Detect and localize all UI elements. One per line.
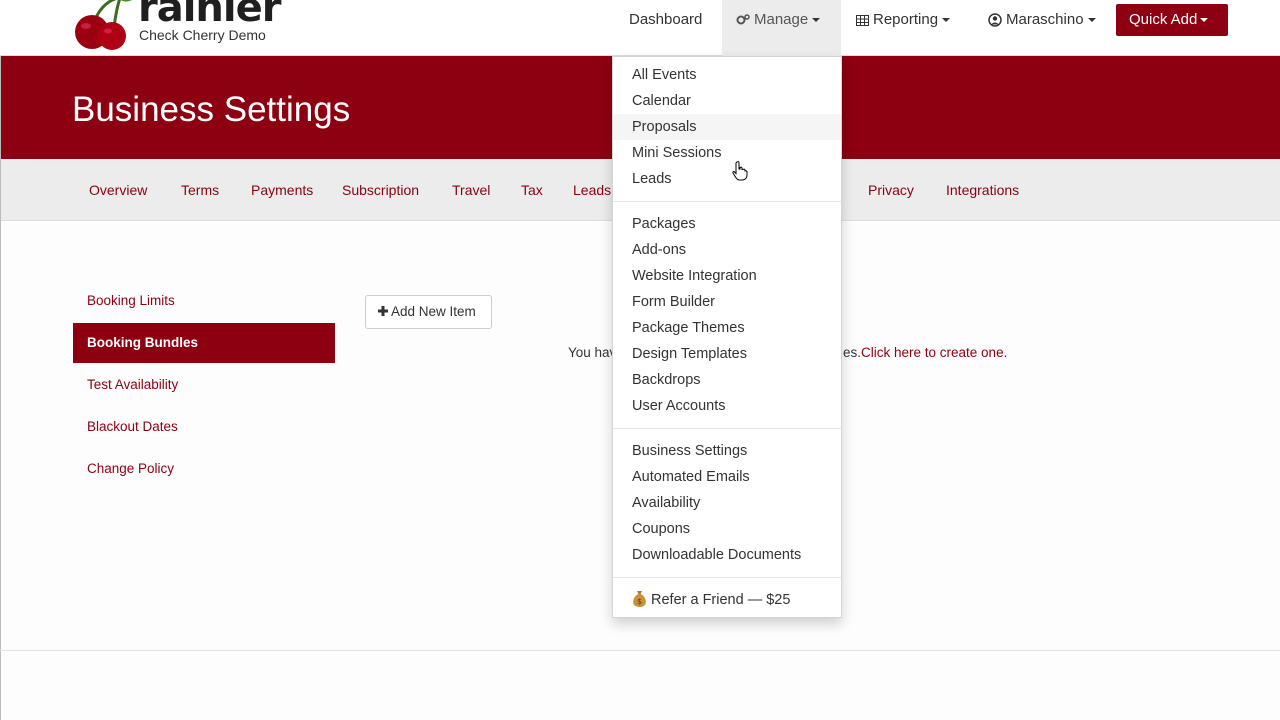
menu-item-website-integration[interactable]: Website Integration xyxy=(613,263,841,289)
quick-add-button[interactable]: Quick Add xyxy=(1116,4,1228,36)
subnav-integrations[interactable]: Integrations xyxy=(946,182,1019,198)
nav-manage-label: Manage xyxy=(754,11,809,28)
subnav-overview[interactable]: Overview xyxy=(89,182,147,198)
top-navbar: rainier Check Cherry Demo Dashboard Mana… xyxy=(0,0,1280,56)
menu-item-add-ons[interactable]: Add-ons xyxy=(613,237,841,263)
menu-divider xyxy=(613,577,841,578)
subnav-leads[interactable]: Leads xyxy=(573,182,611,198)
page-title: Business Settings xyxy=(72,90,351,129)
menu-item-mini-sessions[interactable]: Mini Sessions xyxy=(613,140,841,166)
subnav-tax[interactable]: Tax xyxy=(521,182,543,198)
menu-item-downloadable-documents[interactable]: Downloadable Documents xyxy=(613,542,841,568)
menu-item-user-accounts[interactable]: User Accounts xyxy=(613,393,841,419)
menu-divider xyxy=(613,428,841,429)
nav-reporting[interactable]: Reporting xyxy=(856,0,951,40)
menu-item-form-builder[interactable]: Form Builder xyxy=(613,289,841,315)
sidebar-item-booking-limits[interactable]: Booking Limits xyxy=(73,281,335,321)
subnav-subscription[interactable]: Subscription xyxy=(342,182,419,198)
menu-divider xyxy=(613,201,841,202)
empty-state-text: You hav xyxy=(568,345,617,360)
logo-wordmark: rainier xyxy=(138,0,281,31)
create-one-link[interactable]: Click here to create one. xyxy=(861,345,1007,360)
nav-user-label: Maraschino xyxy=(1006,11,1084,28)
menu-item-packages[interactable]: Packages xyxy=(613,211,841,237)
nav-dashboard-label: Dashboard xyxy=(629,11,703,28)
cherry-logo-icon xyxy=(75,0,132,50)
add-new-item-button[interactable]: Add New Item xyxy=(365,295,492,329)
hand-cursor-icon xyxy=(732,161,748,181)
menu-item-package-themes[interactable]: Package Themes xyxy=(613,315,841,341)
nav-dashboard[interactable]: Dashboard xyxy=(629,0,702,40)
subnav-privacy[interactable]: Privacy xyxy=(868,182,914,198)
nav-manage[interactable]: Manage xyxy=(722,0,841,56)
svg-text:$: $ xyxy=(637,597,642,606)
menu-item-backdrops[interactable]: Backdrops xyxy=(613,367,841,393)
nav-reporting-label: Reporting xyxy=(873,11,939,28)
user-circle-icon xyxy=(988,13,1002,27)
sidebar-item-test-availability[interactable]: Test Availability xyxy=(73,365,335,405)
table-icon xyxy=(856,14,869,26)
gears-icon xyxy=(736,14,750,25)
chevron-down-icon xyxy=(1087,18,1096,23)
menu-item-design-templates[interactable]: Design Templates xyxy=(613,341,841,367)
subnav-travel[interactable]: Travel xyxy=(452,182,490,198)
menu-item-proposals[interactable]: Proposals xyxy=(613,114,841,140)
sidebar-item-change-policy[interactable]: Change Policy xyxy=(73,449,335,489)
chevron-down-icon xyxy=(812,18,821,23)
subnav-terms[interactable]: Terms xyxy=(181,182,219,198)
logo[interactable]: rainier Check Cherry Demo xyxy=(72,0,281,52)
menu-item-coupons[interactable]: Coupons xyxy=(613,516,841,542)
quick-add-label: Quick Add xyxy=(1129,11,1198,28)
footer-divider xyxy=(0,650,1280,651)
empty-state-text-tail: es. xyxy=(843,345,862,360)
menu-item-leads[interactable]: Leads xyxy=(613,166,841,192)
menu-item-refer-a-friend[interactable]: $ Refer a Friend — $25 xyxy=(613,587,841,613)
menu-item-automated-emails[interactable]: Automated Emails xyxy=(613,464,841,490)
menu-item-all-events[interactable]: All Events xyxy=(613,62,841,88)
plus-icon xyxy=(378,306,388,317)
logo-subtitle: Check Cherry Demo xyxy=(139,27,266,43)
menu-item-calendar[interactable]: Calendar xyxy=(613,88,841,114)
nav-user-menu[interactable]: Maraschino xyxy=(988,0,1096,40)
refer-label: Refer a Friend — $25 xyxy=(651,592,791,608)
manage-dropdown-menu: All Events Calendar Proposals Mini Sessi… xyxy=(612,56,842,618)
chevron-down-icon xyxy=(1200,18,1209,23)
menu-item-availability[interactable]: Availability xyxy=(613,490,841,516)
menu-item-business-settings[interactable]: Business Settings xyxy=(613,438,841,464)
chevron-down-icon xyxy=(942,18,951,23)
sidebar-item-blackout-dates[interactable]: Blackout Dates xyxy=(73,407,335,447)
add-new-item-label: Add New Item xyxy=(391,304,476,319)
subnav-payments[interactable]: Payments xyxy=(251,182,313,198)
page-edge xyxy=(0,56,1,720)
sidebar-item-booking-bundles[interactable]: Booking Bundles xyxy=(73,323,335,363)
money-bag-icon: $ xyxy=(633,591,646,608)
